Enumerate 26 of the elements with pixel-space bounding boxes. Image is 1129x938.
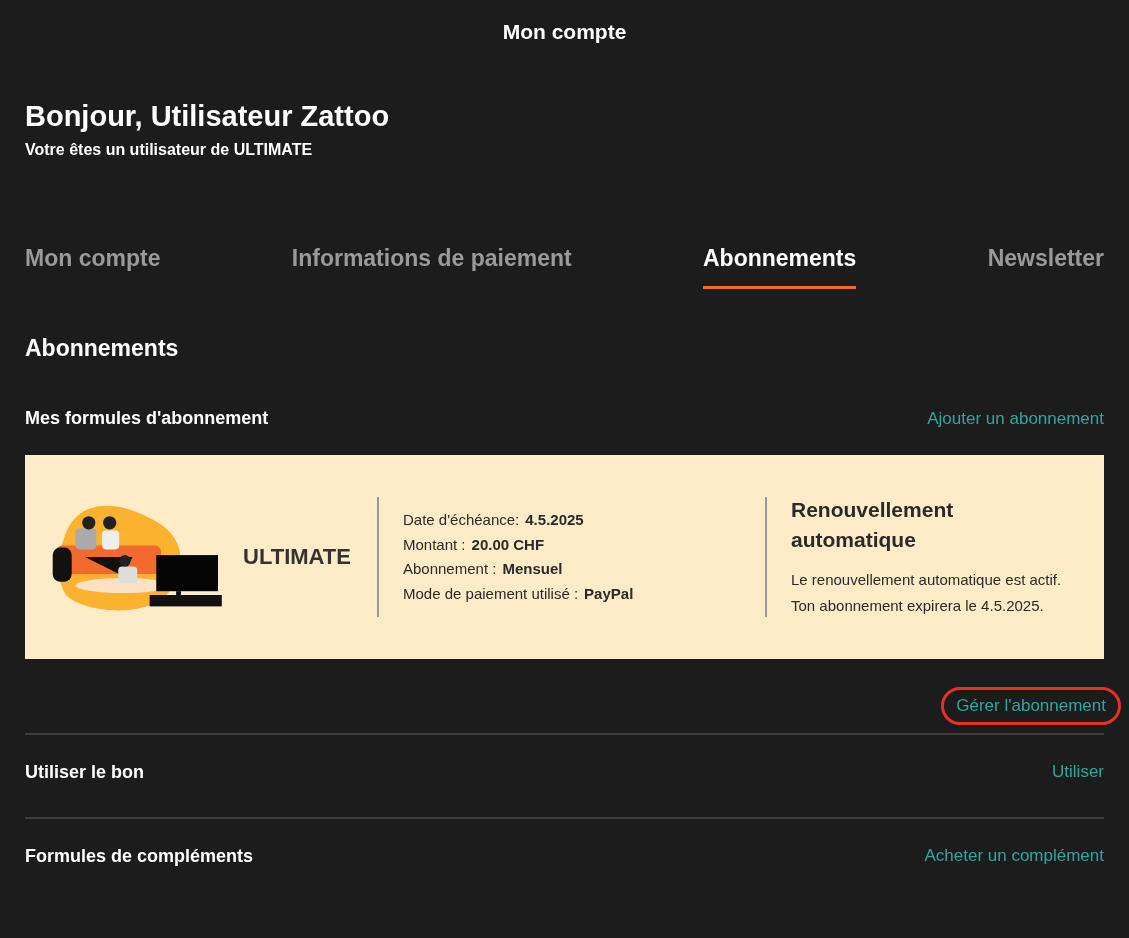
manage-subscription-link[interactable]: Gérer l'abonnement	[941, 687, 1121, 725]
tab[interactable]: Newsletter	[987, 245, 1104, 289]
tab[interactable]: Abonnements	[703, 245, 857, 289]
detail-value: PayPal	[584, 584, 634, 602]
tab[interactable]: Mon compte	[25, 245, 161, 289]
detail-value: 4.5.2025	[525, 511, 584, 528]
add-subscription-link[interactable]: Ajouter un abonnement	[927, 408, 1104, 429]
detail-label: Montant :	[403, 535, 466, 553]
detail-label: Mode de paiement utilisé :	[403, 584, 579, 602]
detail-label: Abonnement :	[403, 560, 497, 577]
page-title: Mon compte	[501, 19, 628, 44]
detail-value: 20.00 CHF	[471, 535, 545, 553]
detail-value: Mensuel	[502, 560, 563, 577]
renewal-title: Renouvellement automatique	[791, 497, 955, 553]
subsection-title: Mes formules d'abonnement	[25, 408, 269, 429]
greeting-title: Bonjour, Utilisateur Zattoo	[25, 100, 391, 133]
row-action-link[interactable]: Utiliser	[1052, 762, 1104, 782]
greeting-subtitle: Votre êtes un utilisateur de ULTIMATE	[25, 141, 314, 159]
row-title: Utiliser le bon	[25, 761, 145, 783]
section-title: Abonnements	[25, 335, 180, 362]
plan-name: ULTIMATE	[243, 544, 351, 570]
row-action-link[interactable]: Acheter un complément	[924, 846, 1104, 866]
detail-label: Date d'échéance:	[403, 511, 520, 528]
tab[interactable]: Informations de paiement	[291, 245, 572, 289]
renewal-text: Le renouvellement automatique est actif. Ton abonnement expirera le 4.5.2025.	[791, 570, 1063, 616]
row-title: Formules de compléments	[25, 845, 254, 867]
